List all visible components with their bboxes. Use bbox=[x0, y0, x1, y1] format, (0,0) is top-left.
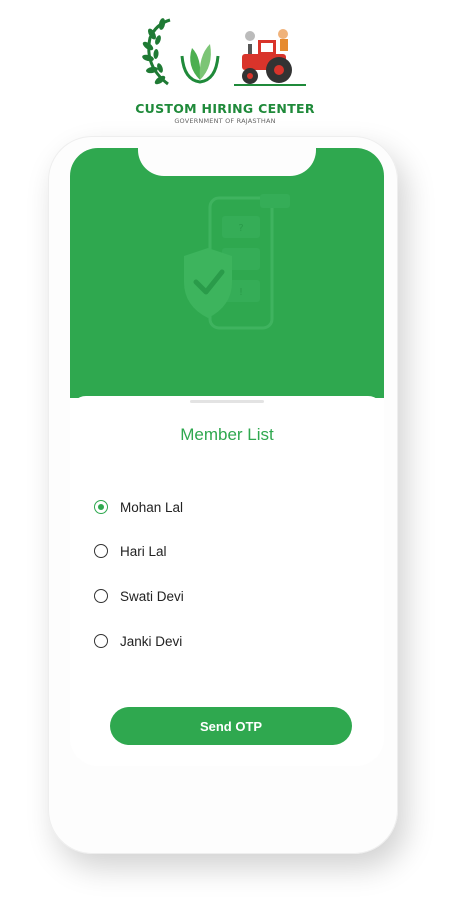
wheat-leaf-tractor-logo-icon bbox=[142, 18, 306, 86]
radio-button[interactable] bbox=[94, 589, 108, 603]
phone-notch bbox=[138, 148, 316, 176]
radio-button[interactable] bbox=[94, 544, 108, 558]
member-label: Mohan Lal bbox=[120, 499, 184, 515]
phone-shield-check-illustration-icon: ? ! bbox=[184, 194, 290, 330]
member-label: Swati Devi bbox=[120, 588, 184, 604]
svg-text:!: ! bbox=[239, 287, 243, 298]
brand-logo: CUSTOM HIRING CENTER GOVERNMENT OF RAJAS… bbox=[0, 8, 450, 125]
app-screen: ? ! Member List Mohan Lal Hari Lal Swati… bbox=[70, 148, 384, 766]
member-option-mohan-lal[interactable]: Mohan Lal bbox=[94, 496, 183, 518]
member-list-title: Member List bbox=[180, 425, 274, 444]
brand-title: CUSTOM HIRING CENTER bbox=[135, 101, 315, 116]
member-option-janki-devi[interactable]: Janki Devi bbox=[94, 630, 182, 652]
svg-text:?: ? bbox=[238, 223, 243, 234]
brand-subtitle: GOVERNMENT OF RAJASTHAN bbox=[174, 117, 276, 125]
member-label: Hari Lal bbox=[120, 543, 167, 559]
radio-button[interactable] bbox=[94, 634, 108, 648]
member-option-hari-lal[interactable]: Hari Lal bbox=[94, 540, 167, 562]
hero-banner: ? ! bbox=[70, 148, 384, 398]
member-option-swati-devi[interactable]: Swati Devi bbox=[94, 585, 184, 607]
member-label: Janki Devi bbox=[120, 633, 183, 649]
radio-button-checked[interactable] bbox=[94, 500, 108, 514]
send-otp-button[interactable]: Send OTP bbox=[110, 707, 352, 745]
sheet-handle[interactable] bbox=[190, 400, 264, 403]
